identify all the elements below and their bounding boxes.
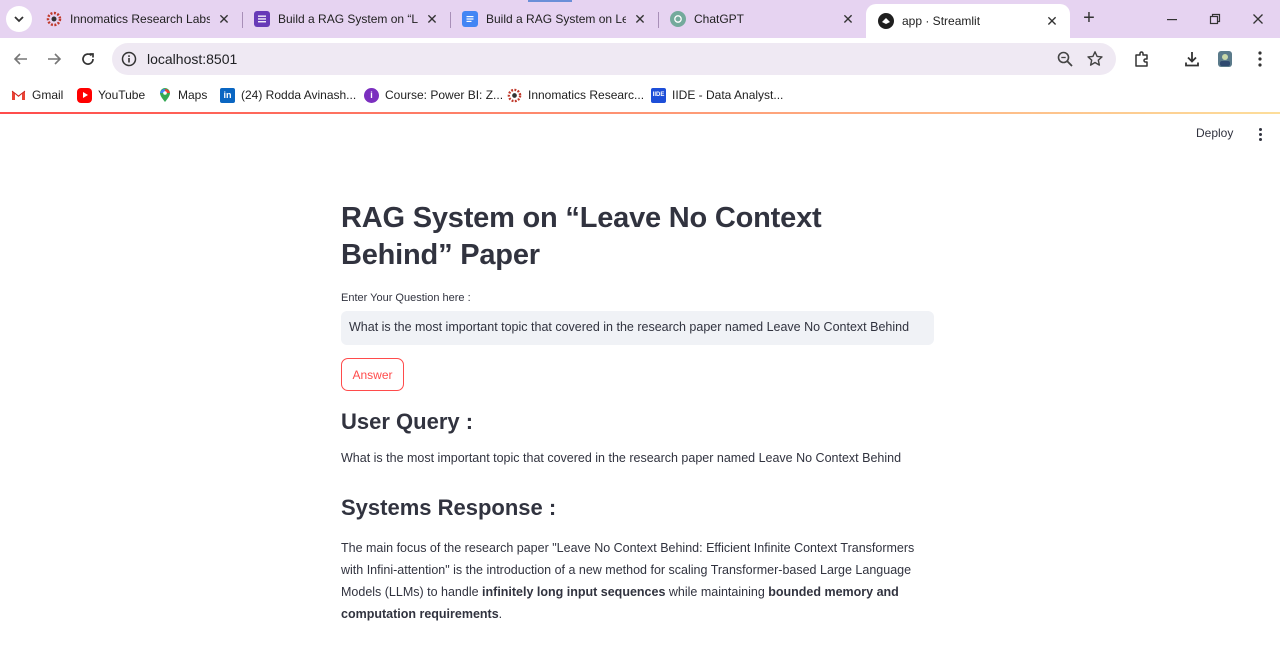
deploy-button[interactable]: Deploy bbox=[1196, 126, 1233, 140]
downloads-button[interactable] bbox=[1180, 47, 1204, 71]
tab-strip: Innomatics Research Labs ✕ Build a RAG S… bbox=[0, 0, 1280, 38]
arrow-left-icon bbox=[13, 53, 27, 65]
download-icon bbox=[1185, 52, 1199, 67]
chevron-down-icon bbox=[14, 16, 24, 23]
tab-chatgpt[interactable]: ChatGPT ✕ bbox=[658, 4, 866, 34]
innomatics-icon bbox=[507, 88, 522, 103]
close-icon[interactable]: ✕ bbox=[840, 11, 856, 27]
address-bar[interactable]: localhost:8501 bbox=[112, 43, 1116, 75]
chatgpt-icon bbox=[670, 11, 686, 27]
tab-rag-doc[interactable]: Build a RAG System on Leav ✕ bbox=[450, 4, 658, 34]
user-query-text: What is the most important topic that co… bbox=[341, 451, 902, 465]
zoom-icon[interactable] bbox=[1056, 50, 1074, 68]
iide-icon: IIDE bbox=[651, 87, 666, 103]
bookmark-label: Maps bbox=[178, 88, 208, 102]
main-content: RAG System on “Leave No Context Behind” … bbox=[341, 200, 941, 625]
bookmark-label: Innomatics Researc... bbox=[528, 88, 645, 102]
gmail-icon bbox=[11, 88, 26, 103]
bookmark-label: IIDE - Data Analyst... bbox=[672, 88, 784, 102]
course-icon: i bbox=[364, 87, 379, 103]
question-label: Enter Your Question here : bbox=[341, 292, 471, 304]
tab-title: Build a RAG System on “Lea bbox=[278, 12, 418, 26]
close-window-button[interactable] bbox=[1246, 8, 1270, 30]
bookmark-label: Course: Power BI: Z... bbox=[385, 88, 504, 102]
tab-title: ChatGPT bbox=[694, 12, 745, 26]
streamlit-decoration-bar bbox=[0, 112, 1280, 114]
url-text: localhost:8501 bbox=[147, 51, 238, 67]
bookmark-course[interactable]: i Course: Power BI: Z... bbox=[364, 86, 503, 104]
bookmark-iide[interactable]: IIDE IIDE - Data Analyst... bbox=[651, 86, 783, 104]
bookmark-maps[interactable]: Maps bbox=[157, 86, 207, 104]
response-bold-text: infinitely long input sequences bbox=[482, 585, 666, 599]
response-heading: Systems Response : bbox=[341, 495, 557, 520]
app-menu-icon[interactable] bbox=[1252, 126, 1268, 142]
response-text-part: . bbox=[498, 607, 503, 621]
new-tab-button[interactable]: + bbox=[1078, 8, 1100, 30]
maps-icon bbox=[157, 87, 172, 103]
tab-search-button[interactable] bbox=[6, 6, 32, 32]
extensions-button[interactable] bbox=[1130, 47, 1154, 71]
close-icon bbox=[1253, 14, 1263, 24]
user-query-heading: User Query : bbox=[341, 409, 474, 434]
kebab-menu-icon bbox=[1258, 51, 1262, 67]
bookmark-star-icon[interactable] bbox=[1086, 50, 1104, 68]
back-button[interactable] bbox=[9, 47, 33, 71]
google-docs-icon bbox=[462, 11, 478, 27]
bookmark-gmail[interactable]: Gmail bbox=[11, 86, 63, 104]
streamlit-icon bbox=[878, 13, 894, 29]
avatar-icon bbox=[1218, 51, 1232, 67]
arrow-right-icon bbox=[48, 53, 62, 65]
bookmark-label: (24) Rodda Avinash... bbox=[241, 88, 357, 102]
tab-innomatics[interactable]: Innomatics Research Labs ✕ bbox=[34, 4, 242, 34]
bookmark-label: Gmail bbox=[32, 88, 64, 102]
innomatics-icon bbox=[46, 11, 62, 27]
bookmark-innomatics[interactable]: Innomatics Researc... bbox=[507, 86, 644, 104]
site-info-icon[interactable] bbox=[120, 50, 138, 68]
close-icon[interactable]: ✕ bbox=[1044, 13, 1060, 29]
close-icon[interactable]: ✕ bbox=[424, 11, 440, 27]
response-text: The main focus of the research paper "Le… bbox=[341, 537, 936, 625]
reload-icon bbox=[82, 53, 94, 65]
forward-button[interactable] bbox=[42, 47, 66, 71]
reload-button[interactable] bbox=[76, 47, 100, 71]
tab-loading-indicator bbox=[528, 0, 572, 2]
tab-rag-form[interactable]: Build a RAG System on “Lea ✕ bbox=[242, 4, 450, 34]
bookmarks-bar: Gmail YouTube Maps in (24) Rodda Avinash… bbox=[0, 80, 1280, 110]
bookmark-linkedin[interactable]: in (24) Rodda Avinash... bbox=[220, 86, 356, 104]
bookmark-label: YouTube bbox=[98, 88, 146, 102]
answer-button[interactable]: Answer bbox=[341, 358, 404, 391]
minimize-button[interactable] bbox=[1160, 8, 1184, 30]
bookmark-youtube[interactable]: YouTube bbox=[77, 86, 145, 104]
tab-title: Innomatics Research Labs bbox=[70, 12, 210, 26]
tab-title: app · Streamlit bbox=[902, 14, 981, 28]
browser-menu-button[interactable] bbox=[1248, 47, 1272, 71]
restore-icon bbox=[1209, 13, 1221, 25]
browser-toolbar: localhost:8501 bbox=[0, 38, 1280, 80]
response-text-part: while maintaining bbox=[665, 585, 769, 599]
close-icon[interactable]: ✕ bbox=[216, 11, 232, 27]
restore-button[interactable] bbox=[1203, 8, 1227, 30]
minimize-icon bbox=[1167, 19, 1177, 21]
puzzle-icon bbox=[1135, 51, 1148, 67]
tab-title: Build a RAG System on Leav bbox=[486, 12, 626, 26]
page-title: RAG System on “Leave No Context Behind” … bbox=[341, 202, 822, 271]
question-input[interactable]: What is the most important topic that co… bbox=[341, 311, 934, 345]
profile-avatar[interactable] bbox=[1213, 47, 1237, 71]
close-icon[interactable]: ✕ bbox=[632, 11, 648, 27]
tab-streamlit[interactable]: app · Streamlit ✕ bbox=[866, 4, 1070, 38]
docs-form-icon bbox=[254, 11, 270, 27]
youtube-icon bbox=[77, 87, 92, 103]
linkedin-icon: in bbox=[220, 87, 235, 103]
